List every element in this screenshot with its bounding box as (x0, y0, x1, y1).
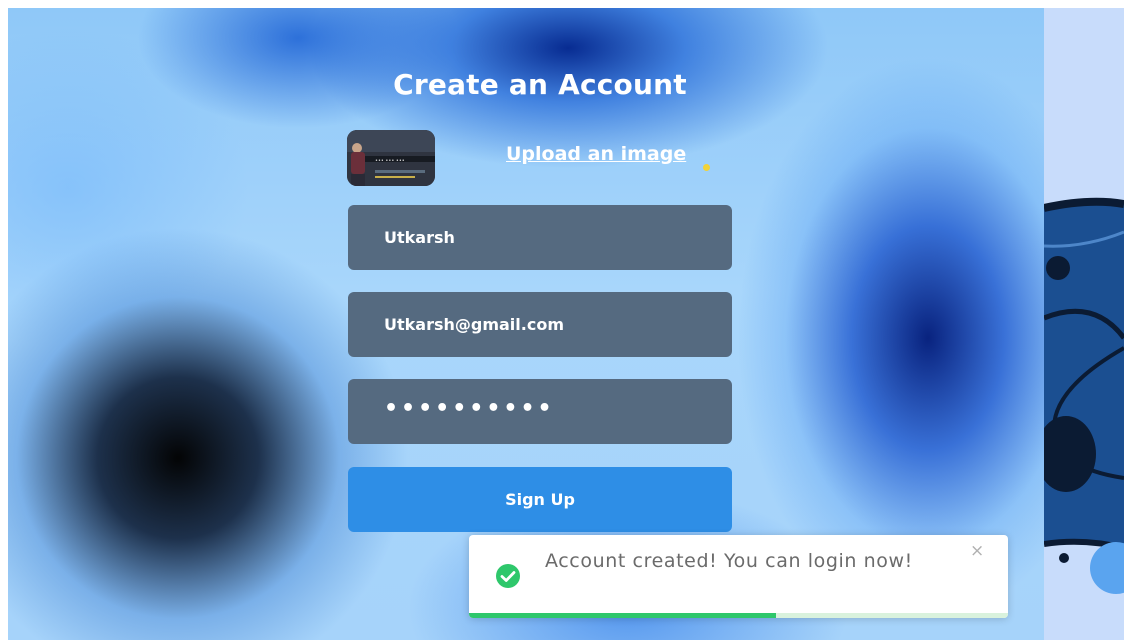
toast-message: Account created! You can login now! (545, 550, 913, 572)
name-field[interactable]: Utkarsh (348, 205, 732, 270)
toast-progress-bar (469, 613, 777, 618)
close-icon[interactable]: × (970, 541, 984, 561)
cursor-dot (703, 164, 710, 171)
avatar-preview-image: ••• ••• ••• (347, 130, 435, 186)
upload-image-link[interactable]: Upload an image (506, 143, 686, 165)
check-circle-icon (496, 564, 520, 588)
password-field[interactable]: •••••••••• (348, 379, 732, 444)
decorative-side-art (1044, 8, 1124, 640)
page: Create an Account ••• ••• ••• Upload an … (0, 0, 1124, 642)
email-field[interactable]: Utkarsh@gmail.com (348, 292, 732, 357)
svg-text:••• ••• •••: ••• ••• ••• (375, 158, 405, 164)
success-toast: Account created! You can login now! × (469, 535, 1008, 618)
page-title: Create an Account (393, 68, 687, 101)
sign-up-button[interactable]: Sign Up (348, 467, 732, 532)
